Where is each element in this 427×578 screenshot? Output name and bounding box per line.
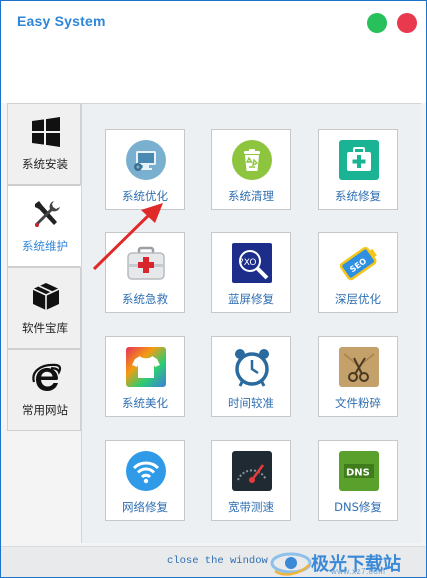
tool-label: 系统优化: [122, 189, 168, 203]
speedometer-icon: [232, 451, 272, 491]
tool-bluescreen-repair[interactable]: ?XO 蓝屏修复: [211, 232, 291, 313]
tool-label: 系统美化: [122, 396, 168, 410]
tool-system-optimize[interactable]: 系统优化: [105, 129, 185, 210]
seo-battery-icon: SEO: [339, 246, 377, 281]
tool-network-repair[interactable]: 网络修复: [105, 440, 185, 521]
sidebar-item-label: 软件宝库: [22, 321, 68, 335]
svg-text:?XO: ?XO: [239, 258, 256, 268]
svg-text:DNS: DNS: [346, 468, 370, 479]
monitor-gear-icon: [126, 140, 166, 180]
watermark-logo-icon: [270, 552, 312, 576]
tool-label: 文件粉碎: [335, 396, 381, 410]
tool-label: 系统急救: [122, 292, 168, 306]
medical-toolbox-icon: [127, 246, 165, 280]
tool-deep-optimize[interactable]: SEO 深层优化: [318, 232, 398, 313]
sidebar-item-system-maintenance[interactable]: 系统维护: [7, 185, 81, 267]
tool-time-sync[interactable]: 时间较准: [211, 336, 291, 417]
sidebar-item-label: 常用网站: [22, 403, 68, 417]
sidebar: 系统安装 系统维护 软件宝库 常用网站: [7, 103, 81, 433]
package-box-icon: [32, 283, 60, 310]
sidebar-item-label: 系统维护: [22, 239, 68, 253]
tool-system-repair[interactable]: 系统修复: [318, 129, 398, 210]
tool-label: DNS修复: [334, 500, 382, 514]
dns-icon: DNS: [339, 451, 379, 491]
tool-file-shredder[interactable]: 文件粉碎: [318, 336, 398, 417]
tool-label: 蓝屏修复: [228, 292, 274, 306]
sidebar-item-software-store[interactable]: 软件宝库: [7, 267, 81, 349]
watermark-url: www.xz7.com: [331, 567, 386, 576]
tool-system-rescue[interactable]: 系统急救: [105, 232, 185, 313]
app-title: Easy System: [17, 13, 106, 29]
tshirt-icon: [126, 347, 166, 387]
tool-system-beautify[interactable]: 系统美化: [105, 336, 185, 417]
wifi-icon: [126, 451, 166, 491]
app-window: Easy System 系统安装 系统维护 软件宝库 常用网站 系统优化 系统清…: [0, 0, 427, 578]
tool-dns-repair[interactable]: DNS DNS修复: [318, 440, 398, 521]
tool-label: 网络修复: [122, 500, 168, 514]
footer: close the window 极光下载站 www.xz7.com: [1, 546, 426, 577]
tool-system-cleanup[interactable]: 系统清理: [211, 129, 291, 210]
close-window-link[interactable]: close the window: [167, 555, 268, 567]
tool-bandwidth-test[interactable]: 宽带测速: [211, 440, 291, 521]
header-band: [1, 43, 426, 103]
tools-panel: 系统优化 系统清理 系统修复 系统急救 ?XO 蓝屏修复 SEO 深层优化 系统…: [81, 103, 421, 543]
first-aid-kit-icon: [339, 140, 379, 180]
tool-label: 系统清理: [228, 189, 274, 203]
title-bar[interactable]: Easy System: [1, 1, 426, 43]
internet-explorer-icon: [32, 363, 62, 391]
recycle-bin-icon: [232, 140, 272, 180]
close-button[interactable]: [397, 13, 417, 33]
windows-logo-icon: [32, 117, 60, 147]
bluescreen-magnifier-icon: ?XO: [232, 243, 272, 283]
tool-label: 宽带测速: [228, 500, 274, 514]
alarm-clock-icon: [235, 349, 269, 387]
tool-label: 时间较准: [228, 396, 274, 410]
tool-label: 系统修复: [335, 189, 381, 203]
sidebar-item-common-sites[interactable]: 常用网站: [7, 349, 81, 431]
sidebar-item-label: 系统安装: [22, 157, 68, 171]
tools-icon: [35, 201, 60, 227]
minimize-button[interactable]: [367, 13, 387, 33]
sidebar-item-system-install[interactable]: 系统安装: [7, 103, 81, 185]
scissors-envelope-icon: [339, 347, 379, 387]
tool-label: 深层优化: [335, 292, 381, 306]
